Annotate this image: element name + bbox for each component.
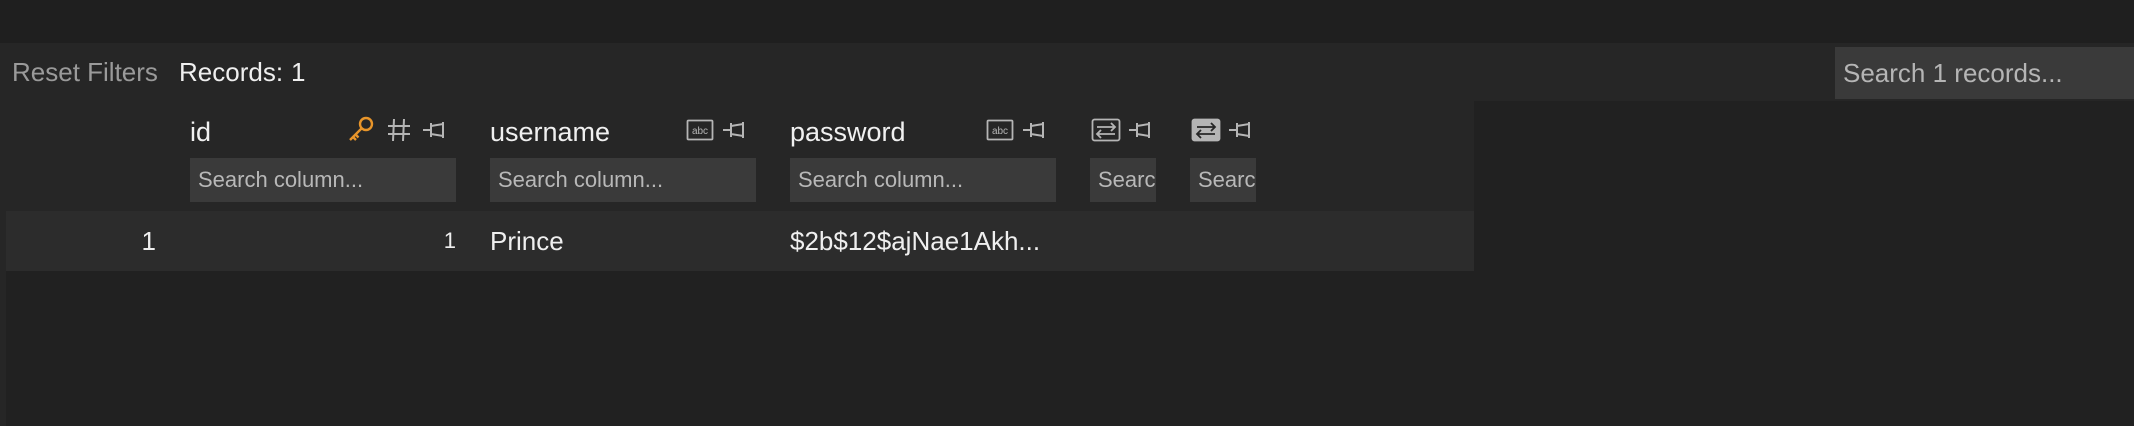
cell-username[interactable]: Prince — [490, 211, 756, 271]
column-header-id[interactable]: id — [190, 115, 211, 149]
table-row[interactable]: 1 1 Prince $2b$12$ajNae1Akh... — [6, 211, 1474, 271]
pin-icon[interactable] — [1226, 115, 1256, 145]
cell-password[interactable]: $2b$12$ajNae1Akh... — [790, 211, 1056, 271]
grid-toolbar: Reset Filters Records: 1 — [0, 43, 2134, 101]
column-4-search[interactable] — [1090, 158, 1156, 202]
records-count: Records: 1 — [179, 43, 306, 101]
cell-column-4[interactable] — [1090, 211, 1156, 271]
number-type-icon — [384, 115, 414, 145]
pin-icon[interactable] — [720, 115, 750, 145]
svg-text:abc: abc — [992, 126, 1008, 137]
records-label: Records: — [179, 57, 284, 87]
binary-type-icon — [1190, 115, 1222, 145]
text-type-icon: abc — [985, 115, 1015, 145]
records-count-value: 1 — [291, 57, 306, 87]
username-column-search[interactable] — [490, 158, 756, 202]
text-type-icon: abc — [685, 115, 715, 145]
id-column-search[interactable] — [190, 158, 456, 202]
data-grid: id us — [6, 101, 1474, 271]
key-icon — [345, 115, 377, 145]
svg-text:abc: abc — [692, 126, 708, 137]
binary-type-icon — [1090, 115, 1122, 145]
pin-icon[interactable] — [420, 115, 450, 145]
column-5-search[interactable] — [1190, 158, 1256, 202]
column-header-password[interactable]: password — [790, 115, 906, 149]
pin-icon[interactable] — [1126, 115, 1156, 145]
grid-header-row: id us — [6, 101, 1474, 211]
search-records-input[interactable] — [1835, 47, 2134, 99]
cell-column-5[interactable] — [1190, 211, 1256, 271]
password-column-search[interactable] — [790, 158, 1056, 202]
column-header-username[interactable]: username — [490, 115, 610, 149]
reset-filters-button[interactable]: Reset Filters — [12, 43, 158, 101]
window-top-band — [0, 0, 2134, 43]
cell-id[interactable]: 1 — [190, 211, 456, 271]
pin-icon[interactable] — [1020, 115, 1050, 145]
row-number: 1 — [141, 226, 156, 256]
